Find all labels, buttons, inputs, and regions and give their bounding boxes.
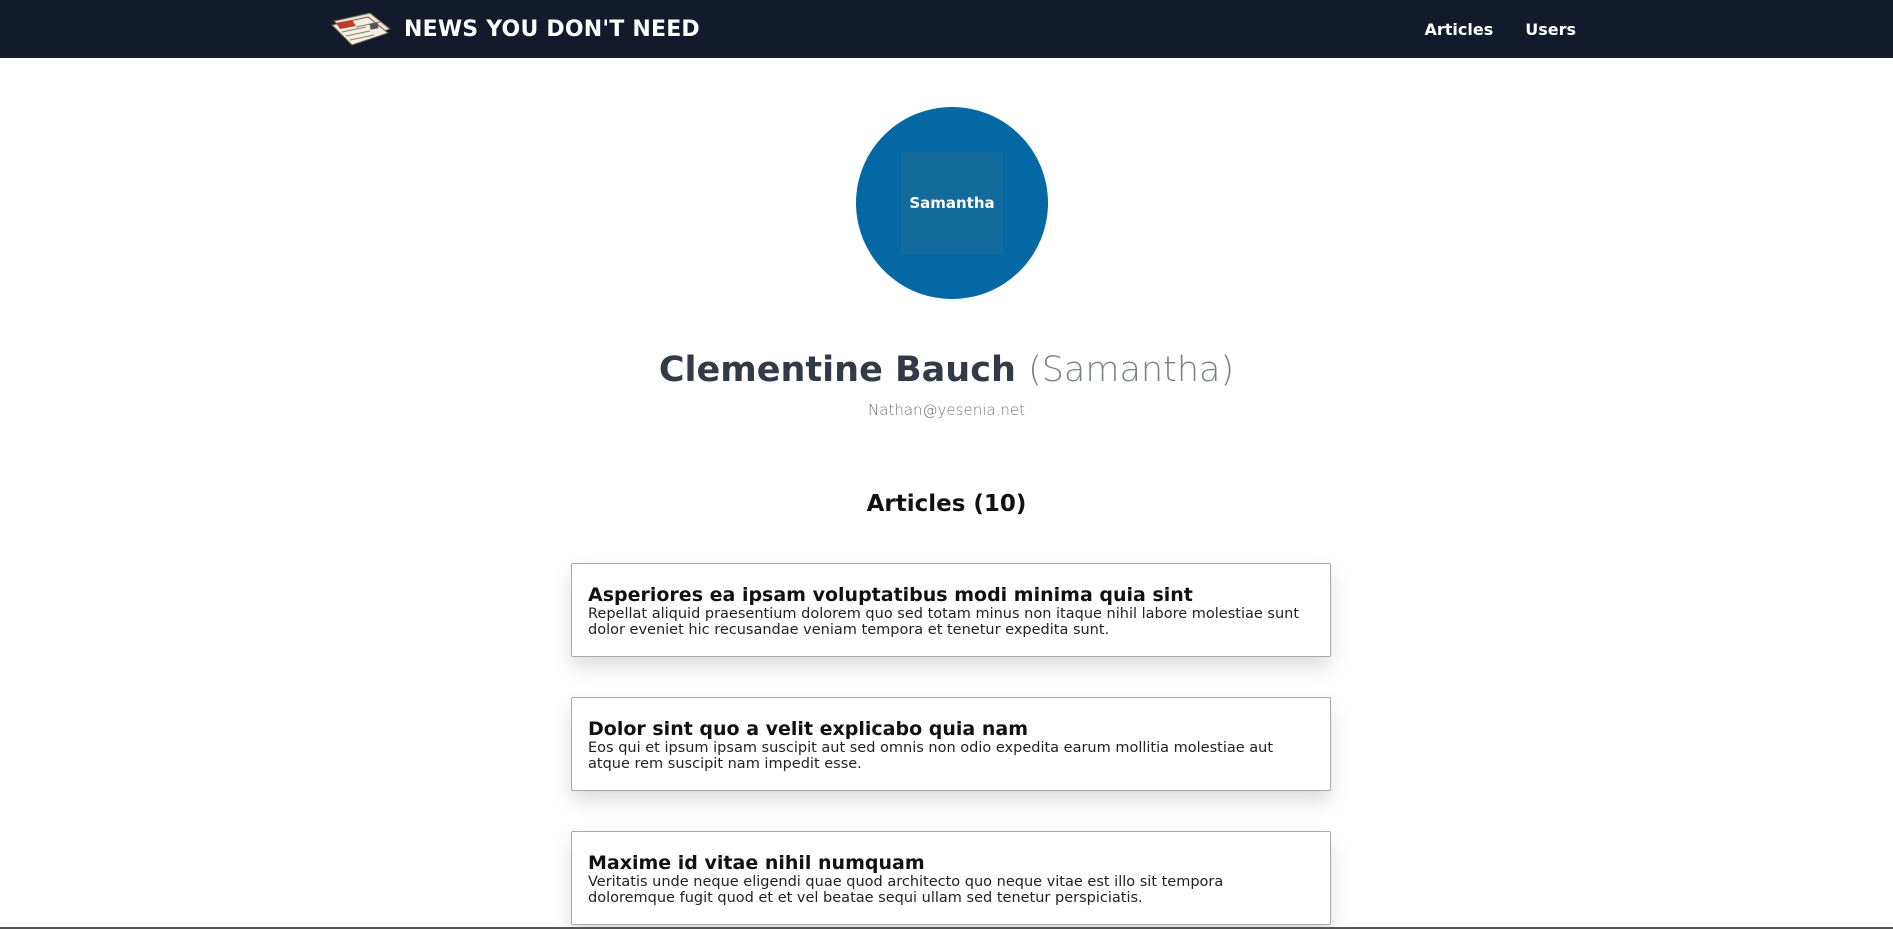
avatar: Samantha — [856, 107, 1048, 299]
articles-section-title: Articles (10) — [866, 491, 1027, 517]
article-card[interactable]: Maxime id vitae nihil numquam Veritatis … — [571, 831, 1331, 925]
article-title: Maxime id vitae nihil numquam — [588, 852, 925, 874]
article-title: Asperiores ea ipsam voluptatibus modi mi… — [588, 584, 1193, 606]
profile-username: (Samantha) — [1028, 350, 1235, 390]
top-navbar: NEWS YOU DON'T NEED Articles Users — [0, 0, 1893, 58]
nav-articles-link[interactable]: Articles — [1424, 20, 1493, 39]
brand-link[interactable]: NEWS YOU DON'T NEED — [330, 11, 700, 47]
newspaper-icon — [330, 11, 392, 47]
article-excerpt: Repellat aliquid praesentium dolorem quo… — [588, 606, 1300, 638]
brand-title: NEWS YOU DON'T NEED — [404, 16, 700, 42]
article-excerpt: Eos qui et ipsum ipsam suscipit aut sed … — [588, 740, 1274, 772]
avatar-image-placeholder: Samantha — [901, 152, 1003, 254]
article-title: Dolor sint quo a velit explicabo quia na… — [588, 718, 1028, 740]
main-nav: Articles Users — [1392, 0, 1576, 58]
profile-email: Nathan@yesenia.net — [868, 401, 1025, 419]
article-card[interactable]: Asperiores ea ipsam voluptatibus modi mi… — [571, 563, 1331, 657]
profile-name: Clementine Bauch — [658, 350, 1016, 390]
article-card[interactable]: Dolor sint quo a velit explicabo quia na… — [571, 697, 1331, 791]
nav-users-link[interactable]: Users — [1525, 20, 1576, 39]
profile-name-heading: Clementine Bauch (Samantha) — [0, 345, 1893, 395]
article-excerpt: Veritatis unde neque eligendi quae quod … — [588, 874, 1224, 906]
